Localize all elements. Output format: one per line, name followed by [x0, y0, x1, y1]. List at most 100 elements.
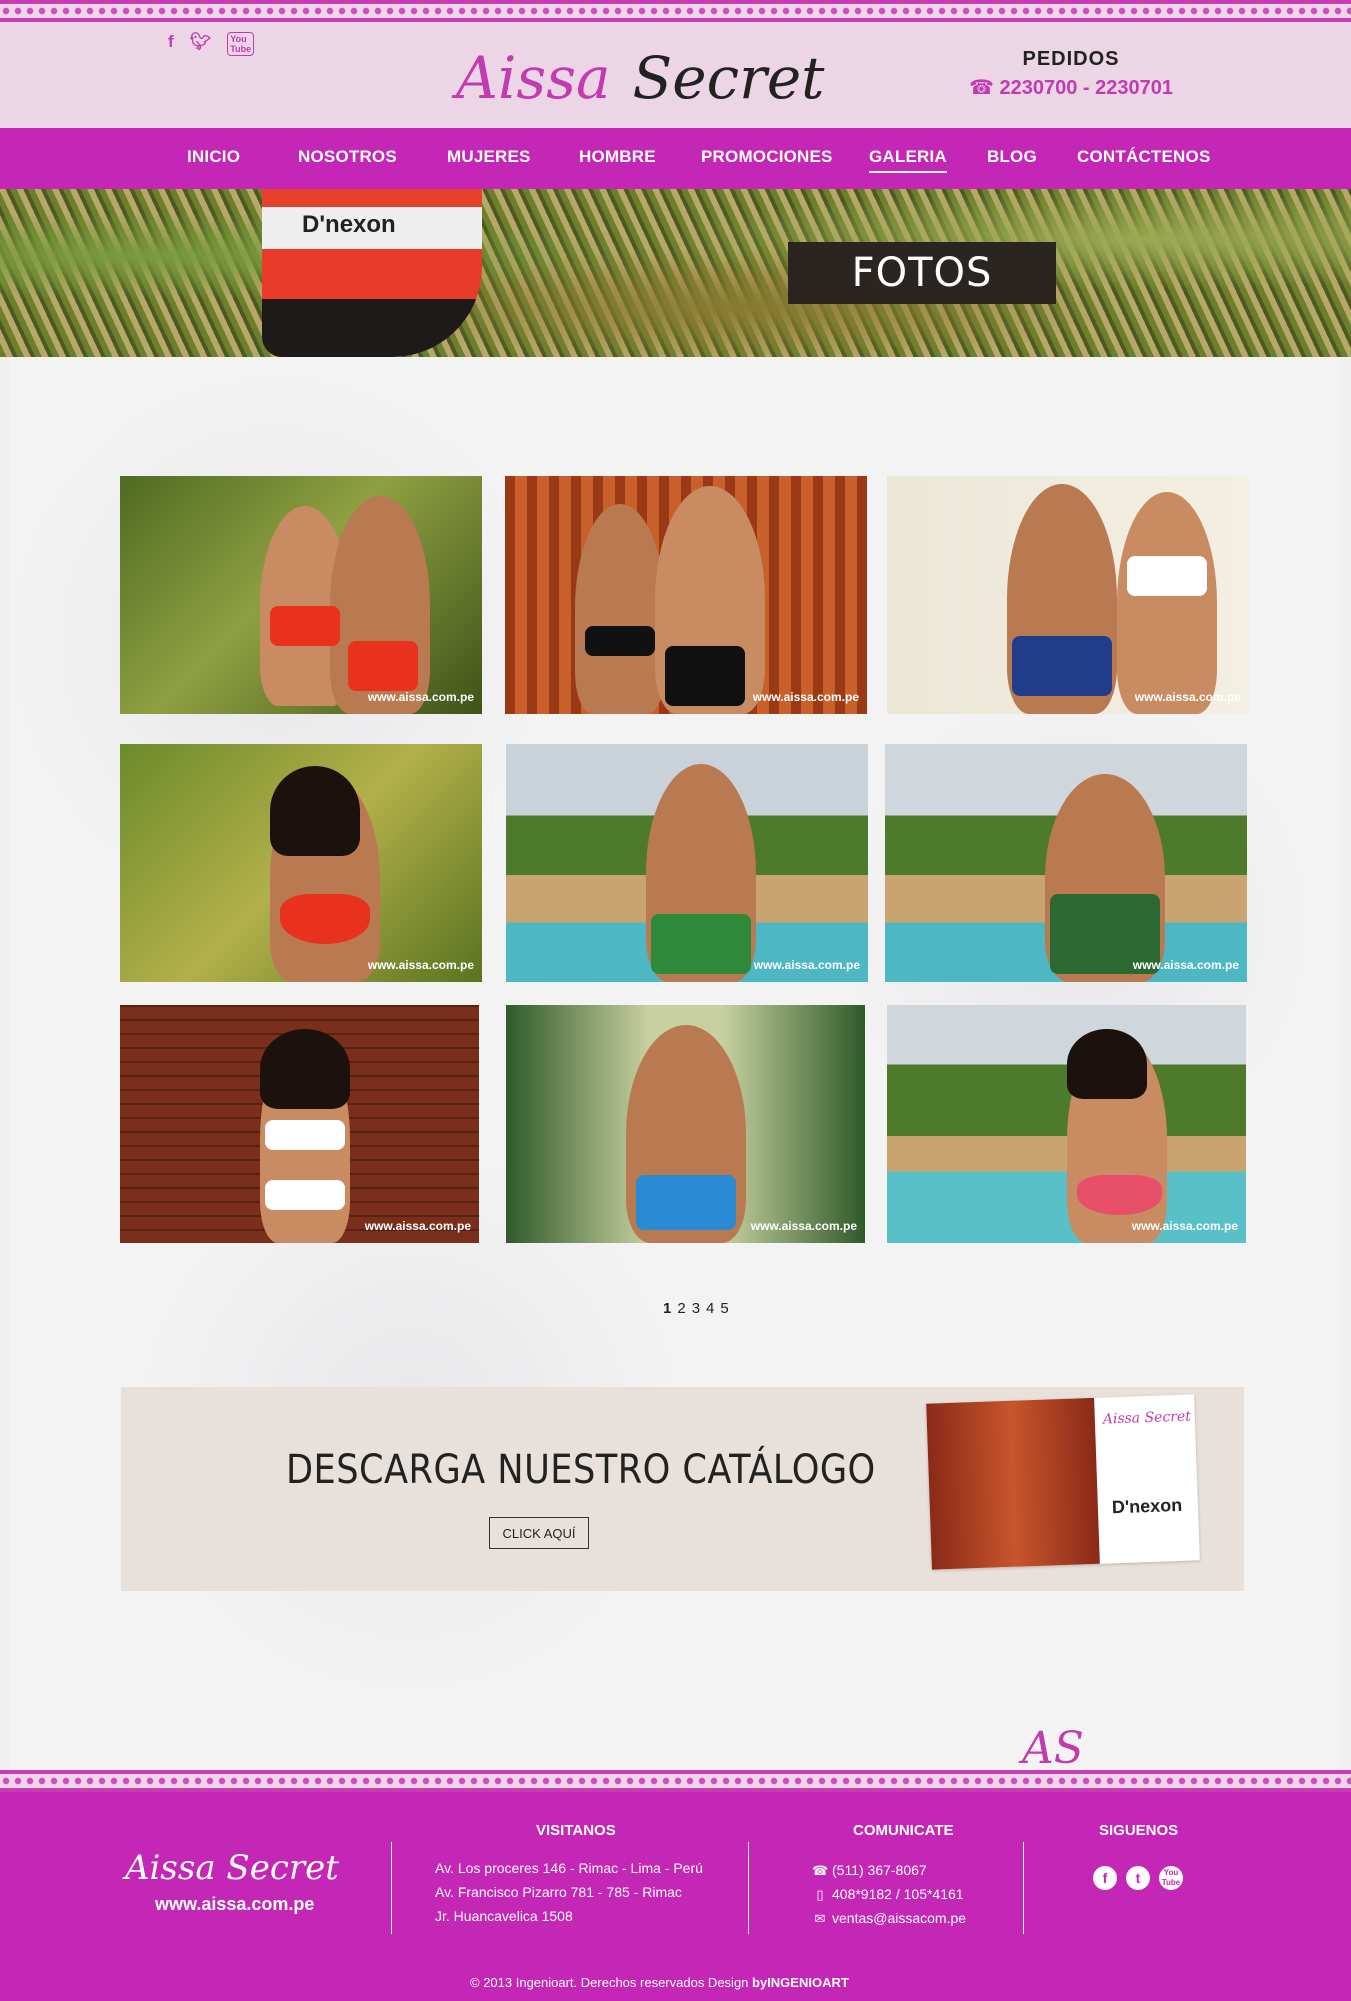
photo-watermark: www.aissa.com.pe — [750, 1219, 857, 1233]
nav-item-galeria[interactable]: GALERIA — [869, 147, 947, 173]
photo-figure — [260, 1029, 350, 1109]
photo-figure — [665, 646, 745, 706]
photo-figure — [1127, 556, 1207, 596]
photo-figure — [280, 894, 370, 944]
banner-model-image: D'nexon — [262, 189, 482, 357]
orders-title: PEDIDOS — [1022, 48, 1120, 70]
catalog-cover-logo: Aissa Secret — [1102, 1408, 1192, 1428]
nav-item-contactenos[interactable]: CONTÁCTENOS — [1077, 147, 1210, 167]
photo-figure — [1077, 1175, 1162, 1215]
siguenos-title: SIGUENOS — [1099, 1822, 1179, 1839]
nav-item-inicio[interactable]: INICIO — [187, 147, 240, 167]
photo-figure — [265, 1180, 345, 1210]
lace-border-bottom — [0, 1770, 1351, 1792]
footer-email[interactable]: ✉ ventas@aissacom.pe — [812, 1910, 967, 1927]
banner-brand-text: D'nexon — [302, 211, 396, 238]
site-logo[interactable]: Aissa Secret — [456, 42, 876, 114]
footer-phone: ☎ (511) 367-8067 — [812, 1862, 927, 1879]
photo-figure — [651, 914, 751, 974]
address-line-2: Av. Francisco Pizarro 781 - 785 - Rimac — [435, 1884, 682, 1900]
photo-watermark: www.aissa.com.pe — [752, 690, 859, 704]
gallery-photo-5[interactable]: www.aissa.com.pe — [506, 744, 868, 982]
footer-divider — [391, 1842, 392, 1934]
address-line-1: Av. Los proceres 146 - Rimac - Lima - Pe… — [435, 1860, 703, 1876]
page-link-3[interactable]: 3 — [692, 1300, 700, 1317]
photo-watermark: www.aissa.com.pe — [1132, 958, 1239, 972]
photo-figure — [575, 504, 665, 714]
copyright: © 2013 Ingenioart. Derechos reservados D… — [470, 1975, 849, 1990]
gallery-photo-9[interactable]: www.aissa.com.pe — [887, 1005, 1246, 1243]
mobile-icon: ▯ — [816, 1887, 824, 1902]
facebook-icon[interactable]: f — [168, 32, 174, 56]
main-nav: INICIO NOSOTROS MUJERES HOMBRE PROMOCION… — [0, 128, 1351, 189]
page-title: FOTOS — [788, 242, 1056, 304]
photo-figure — [1067, 1029, 1147, 1099]
visitanos-title: VISITANOS — [536, 1822, 616, 1839]
gallery-photo-8[interactable]: www.aissa.com.pe — [506, 1005, 865, 1243]
nav-item-mujeres[interactable]: MUJERES — [447, 147, 531, 167]
pagination: 1 2 3 4 5 — [663, 1300, 729, 1317]
orders-contact: PEDIDOS ☎ 2230700 - 2230701 — [966, 48, 1176, 100]
social-links-top: f 🐦︎ You Tube — [168, 32, 255, 56]
gallery-photo-3[interactable]: www.aissa.com.pe — [887, 476, 1249, 714]
header: f 🐦︎ You Tube Aissa Secret PEDIDOS ☎ 22307… — [0, 0, 1351, 128]
comunicate-title: COMUNICATE — [853, 1822, 954, 1839]
page-link-4[interactable]: 4 — [706, 1300, 714, 1317]
gallery-photo-6[interactable]: www.aissa.com.pe — [885, 744, 1247, 982]
catalog-title: DESCARGA NUESTRO CATÁLOGO — [286, 1447, 876, 1493]
photo-figure — [1117, 492, 1217, 714]
lace-border-top — [0, 0, 1351, 22]
footer: Aissa Secret www.aissa.com.pe VISITANOS … — [0, 1792, 1351, 2001]
gallery-photo-7[interactable]: www.aissa.com.pe — [120, 1005, 479, 1243]
photo-watermark: www.aissa.com.pe — [364, 1219, 471, 1233]
facebook-icon[interactable]: f — [1093, 1866, 1117, 1890]
footer-divider — [748, 1842, 749, 1934]
footer-logo[interactable]: Aissa Secret — [125, 1848, 339, 1888]
copyright-designer[interactable]: byINGENIOART — [752, 1975, 849, 1990]
youtube-icon[interactable]: You Tube — [1159, 1866, 1183, 1890]
catalog-banner: DESCARGA NUESTRO CATÁLOGO CLICK AQUÍ Ais… — [121, 1387, 1244, 1591]
footer-mobile: ▯ 408*9182 / 105*4161 — [812, 1886, 964, 1903]
photo-watermark: www.aissa.com.pe — [367, 958, 474, 972]
footer-phone-text: (511) 367-8067 — [832, 1862, 927, 1878]
gallery-photo-2[interactable]: www.aissa.com.pe — [505, 476, 867, 714]
page-link-1[interactable]: 1 — [663, 1300, 671, 1317]
footer-url[interactable]: www.aissa.com.pe — [155, 1894, 314, 1915]
logo-second-word: Secret — [632, 44, 825, 112]
orders-phones-text: 2230700 - 2230701 — [999, 77, 1173, 99]
nav-item-nosotros[interactable]: NOSOTROS — [298, 147, 397, 167]
footer-email-text: ventas@aissacom.pe — [832, 1910, 967, 1926]
copyright-text: © 2013 Ingenioart. Derechos reservados D… — [470, 1975, 753, 1990]
logo-first-word: Aissa — [456, 44, 611, 112]
gallery-photo-1[interactable]: www.aissa.com.pe — [120, 476, 482, 714]
catalog-cover-brand: D'nexon — [1111, 1494, 1183, 1518]
photo-figure — [270, 606, 340, 646]
phone-icon: ☎ — [969, 77, 1000, 99]
catalog-cover-photo — [926, 1397, 1100, 1570]
footer-mobile-text: 408*9182 / 105*4161 — [832, 1886, 964, 1902]
nav-item-promociones[interactable]: PROMOCIONES — [701, 147, 833, 167]
gallery-photo-4[interactable]: www.aissa.com.pe — [120, 744, 482, 982]
photo-figure — [1012, 636, 1112, 696]
page-banner: D'nexon FOTOS — [0, 189, 1351, 357]
photo-figure — [265, 1120, 345, 1150]
nav-item-blog[interactable]: BLOG — [987, 147, 1037, 167]
twitter-icon[interactable]: t — [1126, 1866, 1150, 1890]
photo-watermark: www.aissa.com.pe — [367, 690, 474, 704]
nav-item-hombre[interactable]: HOMBRE — [579, 147, 656, 167]
youtube-icon[interactable]: You Tube — [227, 32, 255, 56]
photo-figure — [585, 626, 655, 656]
photo-figure — [636, 1175, 736, 1230]
photo-watermark: www.aissa.com.pe — [1131, 1219, 1238, 1233]
twitter-icon[interactable]: 🐦︎ — [190, 32, 212, 56]
catalog-download-button[interactable]: CLICK AQUÍ — [489, 1517, 589, 1549]
footer-divider — [1023, 1842, 1024, 1934]
page-link-5[interactable]: 5 — [720, 1300, 728, 1317]
photo-watermark: www.aissa.com.pe — [1134, 690, 1241, 704]
address-line-3: Jr. Huancavelica 1508 — [435, 1908, 573, 1924]
orders-phones: ☎ 2230700 - 2230701 — [966, 75, 1176, 100]
catalog-cover-image[interactable]: Aissa Secret D'nexon — [926, 1394, 1200, 1570]
mail-icon: ✉ — [814, 1911, 826, 1926]
photo-figure — [270, 766, 360, 856]
page-link-2[interactable]: 2 — [677, 1300, 685, 1317]
